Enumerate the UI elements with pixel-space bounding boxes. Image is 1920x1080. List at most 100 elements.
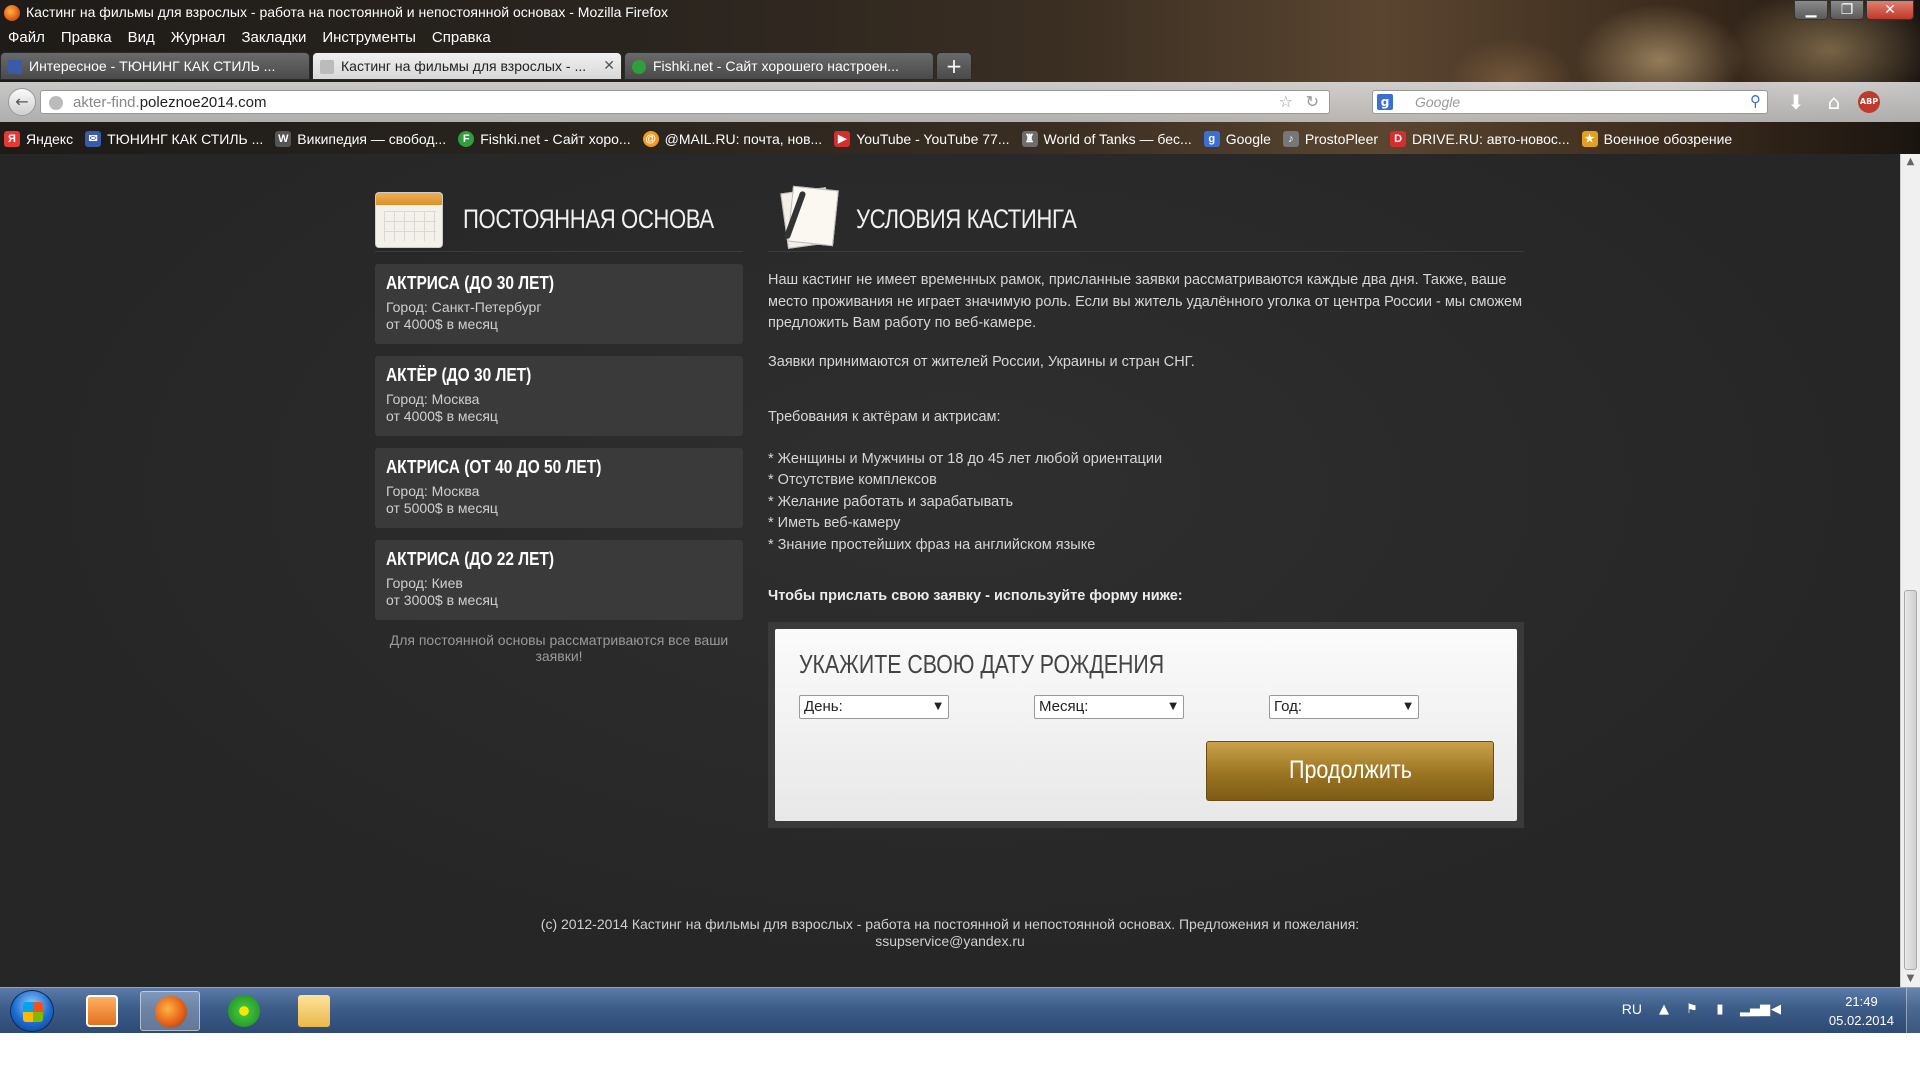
address-bar[interactable]: akter-find.poleznoe2014.com ☆ ↻ <box>40 90 1330 114</box>
tray-clock[interactable]: 21:49 05.02.2014 <box>1829 992 1894 1030</box>
bookmark-voennoe[interactable]: ★ Военное обозрение <box>1581 131 1732 147</box>
back-button[interactable]: ← <box>8 88 36 116</box>
menu-file[interactable]: Файл <box>0 26 53 50</box>
bookmark-yandex[interactable]: Я Яндекс <box>4 131 73 147</box>
maximize-button[interactable]: ❐ <box>1830 0 1864 20</box>
volume-icon[interactable]: ◀ <box>1768 1002 1784 1018</box>
show-desktop-button[interactable] <box>1906 988 1920 1034</box>
scroll-up-arrow-icon[interactable]: ▲ <box>1901 154 1920 170</box>
job-salary: от 5000$ в месяц <box>386 500 498 516</box>
browser-chrome: Кастинг на фильмы для взрослых - работа … <box>0 0 1920 154</box>
bookmarks-toolbar: Я Яндекс ✉ ТЮНИНГ КАК СТИЛЬ ... W Википедия… <box>0 126 1920 152</box>
bookmark-fishki[interactable]: F Fishki.net - Сайт хоро... <box>458 131 631 147</box>
yandex-icon: Я <box>4 131 20 147</box>
tab-tuning[interactable]: Интересное - ТЮНИНГ КАК СТИЛЬ ... <box>0 52 310 80</box>
downloads-icon[interactable]: ⬇ <box>1782 88 1810 116</box>
tab-fishki[interactable]: Fishki.net - Сайт хорошего настроен... <box>624 52 934 80</box>
scrollbar-thumb[interactable] <box>1904 590 1917 970</box>
scroll-down-arrow-icon[interactable]: ▼ <box>1901 971 1920 987</box>
drive-icon: D <box>1390 131 1407 147</box>
minimize-button[interactable]: ▁ <box>1794 0 1828 20</box>
start-button[interactable] <box>10 990 54 1032</box>
continue-button[interactable]: Продолжить <box>1206 740 1494 801</box>
job-card[interactable]: АКТРИСА (ОТ 40 ДО 50 ЛЕТ) Город: Москва … <box>375 448 743 528</box>
taskbar-explorer[interactable] <box>284 991 344 1031</box>
reload-icon[interactable]: ↻ <box>1306 92 1319 111</box>
bookmark-star-icon[interactable]: ☆ <box>1279 92 1293 111</box>
home-icon[interactable]: ⌂ <box>1820 88 1848 116</box>
job-title: АКТРИСА (ДО 30 ЛЕТ) <box>386 273 555 293</box>
month-select[interactable]: Месяц: ▼ <box>1034 694 1184 719</box>
menu-bookmarks[interactable]: Закладки <box>233 26 314 50</box>
bookmark-drive[interactable]: D DRIVE.RU: авто-новос... <box>1390 131 1570 147</box>
bookmark-mailru[interactable]: @ @MAIL.RU: почта, нов... <box>642 131 822 147</box>
world-of-tanks-icon: ♜ <box>1021 131 1038 147</box>
page-scrollbar[interactable]: ▲ ▼ <box>1900 154 1920 987</box>
tab-favicon-icon <box>8 60 22 74</box>
network-icon[interactable]: ▂▄▆ <box>1740 1002 1770 1018</box>
menu-view[interactable]: Вид <box>120 26 163 50</box>
google-engine-icon[interactable]: g <box>1377 94 1393 110</box>
tab-favicon-icon <box>320 60 334 74</box>
day-select[interactable]: День: ▼ <box>799 694 949 719</box>
menu-tools[interactable]: Инструменты <box>314 26 424 50</box>
menu-history[interactable]: Журнал <box>163 26 234 50</box>
show-hidden-icons-icon[interactable]: ▲ <box>1656 1002 1672 1018</box>
document-pen-icon <box>774 184 839 249</box>
month-select-value: Месяц: <box>1039 697 1089 715</box>
job-card[interactable]: АКТРИСА (ДО 22 ЛЕТ) Город: Киев от 3000$… <box>375 540 743 620</box>
menu-help[interactable]: Справка <box>424 26 499 50</box>
url-text[interactable]: akter-find.poleznoe2014.com <box>73 94 266 111</box>
bookmark-wot[interactable]: ♜ World of Tanks — бес... <box>1021 131 1192 147</box>
job-salary: от 4000$ в месяц <box>386 408 498 424</box>
folder-icon <box>298 995 330 1027</box>
tab-casting[interactable]: Кастинг на фильмы для взрослых - ... ✕ <box>312 52 622 80</box>
bookmark-wikipedia[interactable]: W Википедия — свобод... <box>275 131 446 147</box>
requirements-heading: Требования к актёрам и актрисам: <box>768 409 1001 425</box>
taskbar-icq[interactable] <box>214 991 274 1031</box>
year-select[interactable]: Год: ▼ <box>1269 694 1419 719</box>
job-card[interactable]: АКТЁР (ДО 30 ЛЕТ) Город: Москва от 4000$… <box>375 356 743 436</box>
job-city: Город: Москва <box>386 483 480 499</box>
bookmark-label: Яндекс <box>26 131 74 147</box>
bookmark-tuning[interactable]: ✉ ТЮНИНГ КАК СТИЛЬ ... <box>85 131 263 147</box>
navigation-bar: ← akter-find.poleznoe2014.com ☆ ↻ g Goog… <box>0 82 1920 122</box>
job-title: АКТРИСА (ДО 22 ЛЕТ) <box>386 549 555 569</box>
taskbar-media-player[interactable] <box>72 991 132 1031</box>
footer-email[interactable]: ssupservice@yandex.ru <box>0 933 1900 950</box>
adblock-icon[interactable]: ABP <box>1858 91 1880 113</box>
title-bar: Кастинг на фильмы для взрослых - работа … <box>0 0 1920 26</box>
bookmark-prostopleer[interactable]: ♪ ProstoPleer <box>1282 131 1378 147</box>
bookmark-label: DRIVE.RU: авто-новос... <box>1412 131 1570 147</box>
tab-label: Fishki.net - Сайт хорошего настроен... <box>653 58 899 74</box>
language-indicator[interactable]: RU <box>1622 1001 1642 1017</box>
clock-time: 21:49 <box>1845 994 1878 1009</box>
search-icon[interactable]: ⚲ <box>1750 92 1761 110</box>
taskbar-firefox[interactable] <box>140 991 200 1031</box>
speaker-icon: ♪ <box>1282 131 1299 147</box>
bookmark-google[interactable]: g Google <box>1203 131 1271 147</box>
power-icon[interactable]: ▮ <box>1712 1002 1728 1018</box>
conditions-header: УСЛОВИЯ КАСТИНГА <box>768 184 1524 252</box>
search-bar[interactable]: g Google ⚲ <box>1372 90 1768 114</box>
birthdate-form: УКАЖИТЕ СВОЮ ДАТУ РОЖДЕНИЯ День: ▼ Месяц… <box>768 621 1524 828</box>
site-identity-icon[interactable] <box>49 96 63 110</box>
close-window-button[interactable]: ✕ <box>1866 0 1914 20</box>
windows-taskbar: RU ▲ ⚑ ▮ ▂▄▆ ◀ 21:49 05.02.2014 <box>0 987 1920 1034</box>
web-page: ПОСТОЯННАЯ ОСНОВА АКТРИСА (ДО 30 ЛЕТ) Го… <box>0 154 1900 987</box>
menu-edit[interactable]: Правка <box>53 26 120 50</box>
tab-close-icon[interactable]: ✕ <box>603 57 615 74</box>
new-tab-button[interactable]: + <box>936 52 972 80</box>
window-title: Кастинг на фильмы для взрослых - работа … <box>26 4 669 20</box>
conditions-paragraph: Заявки принимаются от жителей России, Ук… <box>768 353 1195 370</box>
media-player-icon <box>86 995 118 1027</box>
action-center-flag-icon[interactable]: ⚑ <box>1684 1002 1700 1018</box>
bookmark-label: ТЮНИНГ КАК СТИЛЬ ... <box>107 131 264 147</box>
job-salary: от 3000$ в месяц <box>386 592 498 608</box>
requirement-item: * Отсутствие комплексов <box>768 472 937 488</box>
bookmark-youtube[interactable]: ▶ YouTube - YouTube 77... <box>834 131 1010 147</box>
job-city: Город: Санкт-Петербург <box>386 299 542 315</box>
firefox-icon[interactable] <box>4 5 20 21</box>
job-card[interactable]: АКТРИСА (ДО 30 ЛЕТ) Город: Санкт-Петербу… <box>375 264 743 344</box>
tab-favicon-icon <box>632 60 646 74</box>
